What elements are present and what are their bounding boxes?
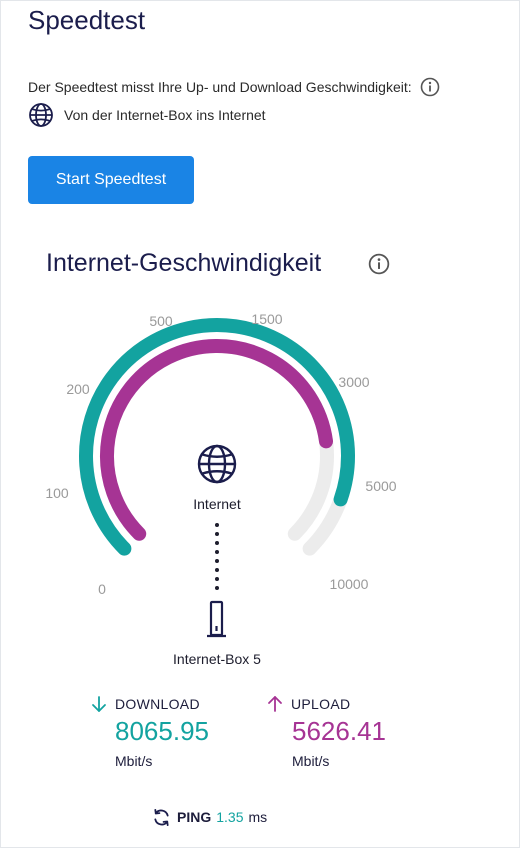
arrow-down-icon	[92, 696, 106, 712]
start-speedtest-button[interactable]: Start Speedtest	[28, 156, 194, 204]
refresh-icon[interactable]	[152, 808, 171, 827]
route-label: Von der Internet-Box ins Internet	[64, 107, 266, 123]
ping-value: 1.35	[216, 809, 244, 825]
scale-label: 100	[45, 485, 69, 501]
speed-gauge: 0 100 200 500 1500 3000 5000 10000 Inter…	[45, 311, 396, 667]
scale-label: 0	[98, 581, 106, 597]
scale-label: 200	[66, 381, 90, 397]
arrow-up-icon	[268, 696, 282, 712]
globe-icon	[197, 444, 237, 484]
download-stat: DOWNLOAD 8065.95 Mbit/s	[91, 695, 209, 769]
page-title: Speedtest	[28, 5, 146, 35]
ping-unit: ms	[248, 809, 268, 825]
scale-label: 10000	[330, 576, 369, 592]
description-row: Der Speedtest misst Ihre Up- und Downloa…	[28, 76, 498, 98]
upload-value: 5626.41	[292, 716, 386, 746]
speedtest-description: Der Speedtest misst Ihre Up- und Downloa…	[28, 79, 412, 95]
info-icon[interactable]	[420, 77, 440, 97]
scale-label: 1500	[251, 311, 282, 327]
ping-label: PING	[177, 809, 212, 825]
section-title: Internet-Geschwindigkeit	[46, 249, 322, 277]
upload-stat: UPLOAD 5626.41 Mbit/s	[267, 695, 386, 769]
scale-label: 3000	[338, 374, 369, 390]
download-label: DOWNLOAD	[115, 696, 200, 712]
speedtest-panel: Speedtest Der Speedtest misst Ihre Up- u…	[0, 0, 520, 848]
globe-icon	[29, 103, 53, 127]
upload-label: UPLOAD	[291, 696, 351, 712]
scale-label: 5000	[365, 478, 396, 494]
info-icon[interactable]	[368, 253, 390, 275]
ping-row: PING 1.35 ms	[152, 806, 267, 828]
download-value: 8065.95	[115, 716, 209, 746]
box-label: Internet-Box 5	[173, 651, 261, 667]
router-icon	[207, 600, 226, 638]
route-row: Von der Internet-Box ins Internet	[28, 102, 266, 128]
upload-unit: Mbit/s	[292, 753, 330, 769]
connection-dots	[215, 523, 219, 590]
download-unit: Mbit/s	[115, 753, 153, 769]
internet-label: Internet	[193, 496, 241, 512]
scale-label: 500	[149, 313, 173, 329]
